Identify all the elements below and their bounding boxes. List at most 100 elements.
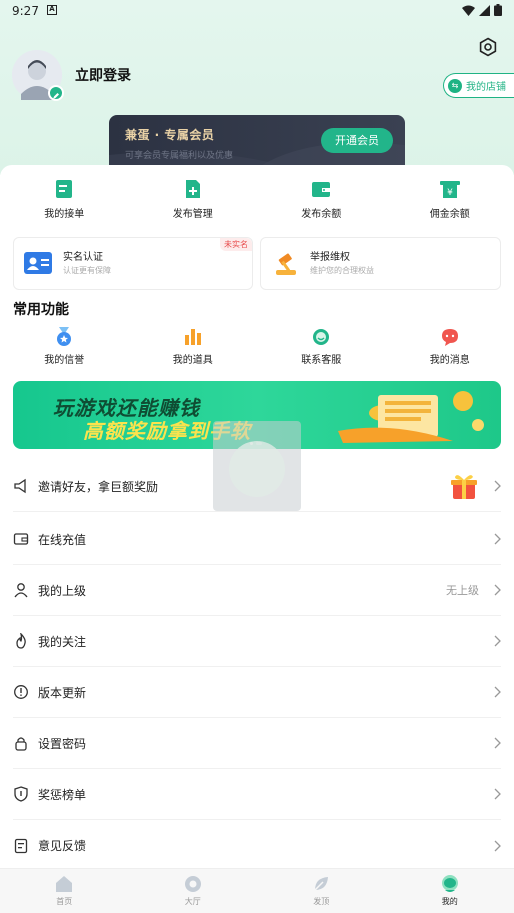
gavel-icon: [276, 253, 296, 275]
menu-label: 我的上级: [38, 583, 87, 598]
common-props[interactable]: 我的道具: [129, 327, 258, 366]
report-subtitle: 维护您的合理权益: [310, 266, 374, 275]
id-card-icon: [24, 252, 52, 274]
common-functions-title: 常用功能: [13, 302, 69, 318]
settings-icon[interactable]: [478, 37, 498, 57]
banner-illustration: [338, 391, 484, 443]
quick-label: 发布余额: [301, 209, 342, 220]
real-name-verify-card[interactable]: 实名认证 认证更有保障 未实名: [13, 237, 253, 290]
avatar[interactable]: [12, 50, 64, 101]
quick-label: 佣金余额: [429, 209, 470, 220]
common-label: 联系客服: [301, 355, 342, 366]
my-store-button[interactable]: ⇆ 我的店铺: [443, 73, 514, 98]
menu-label: 奖惩榜单: [38, 787, 87, 802]
menu-set-password[interactable]: 设置密码: [13, 718, 501, 769]
wifi-icon: [462, 5, 475, 16]
report-title: 举报维权: [310, 252, 350, 263]
tab-label: 我的: [441, 897, 458, 906]
chevron-right-icon: [494, 480, 501, 492]
tab-label: 发顶: [313, 897, 330, 906]
system-icons: [462, 4, 502, 16]
report-rights-card[interactable]: 举报维权 维护您的合理权益: [260, 237, 501, 290]
menu-feedback[interactable]: 意见反馈: [13, 820, 501, 871]
chevron-right-icon: [494, 584, 501, 596]
medal-icon: [57, 327, 72, 346]
verify-subtitle: 认证更有保障: [63, 266, 111, 275]
common-label: 我的信誉: [44, 355, 85, 366]
menu-ranking-list[interactable]: 奖惩榜单: [13, 769, 501, 820]
tab-label: 首页: [56, 897, 73, 906]
chevron-right-icon: [494, 840, 501, 851]
open-vip-button[interactable]: 开通会员: [321, 128, 393, 153]
quick-label: 我的接单: [44, 209, 85, 220]
quick-label: 发布管理: [172, 209, 213, 220]
gift-icon: [451, 475, 477, 499]
chevron-right-icon: [494, 533, 501, 545]
login-link[interactable]: 立即登录: [75, 65, 131, 85]
tab-mine[interactable]: 我的: [386, 869, 514, 913]
menu-label: 在线充值: [38, 532, 87, 547]
common-messages[interactable]: 我的消息: [386, 327, 514, 366]
tab-hall[interactable]: 大厅: [129, 869, 258, 913]
status-time: 9:27: [12, 4, 39, 18]
unverified-badge: 未实名: [220, 238, 252, 251]
menu-label: 设置密码: [38, 736, 87, 751]
quick-commission-balance[interactable]: ¥ 佣金余额: [386, 178, 514, 220]
vip-title: 兼蛋 · 专属会员: [125, 128, 215, 142]
edit-avatar-icon[interactable]: [48, 85, 64, 101]
signal-icon: [479, 4, 490, 16]
quick-publish-balance[interactable]: 发布余额: [257, 178, 386, 220]
menu-my-superior[interactable]: 我的上级 无上级: [13, 565, 501, 616]
profile-icon: [441, 875, 458, 892]
boost-icon: [314, 877, 329, 891]
common-label: 我的道具: [172, 355, 213, 366]
service-icon: [313, 329, 330, 345]
verify-title: 实名认证: [63, 252, 103, 263]
chevron-right-icon: [494, 788, 501, 800]
vip-membership-card[interactable]: 兼蛋 · 专属会员 可享会员专属福利以及优惠 开通会员: [109, 115, 405, 167]
menu-label: 版本更新: [38, 685, 87, 700]
lock-icon: [15, 737, 27, 751]
chevron-right-icon: [494, 686, 501, 698]
menu-invite-friends[interactable]: 邀请好友，拿巨额奖励: [13, 461, 501, 512]
tab-boost[interactable]: 发顶: [257, 869, 386, 913]
status-bar: 9:27 A: [0, 0, 514, 24]
my-store-label: 我的店铺: [466, 82, 506, 93]
quick-publish-manage[interactable]: 发布管理: [129, 178, 258, 220]
props-icon: [184, 329, 201, 345]
vip-subtitle: 可享会员专属福利以及优惠: [125, 151, 234, 161]
shield-icon: [14, 786, 28, 802]
message-icon: [441, 329, 458, 346]
hall-icon: [184, 876, 201, 892]
common-customer-service[interactable]: 联系客服: [257, 327, 386, 366]
menu-label: 意见反馈: [38, 839, 87, 853]
user-icon: [14, 583, 28, 598]
menu-version-update[interactable]: 版本更新: [13, 667, 501, 718]
store-icon: ⇆: [448, 78, 462, 93]
tab-home[interactable]: 首页: [0, 869, 129, 913]
flame-icon: [16, 633, 26, 649]
superior-value: 无上级: [446, 584, 479, 597]
bottom-tab-bar: 首页 大厅 发顶 我的: [0, 868, 514, 913]
common-label: 我的消息: [429, 355, 470, 366]
info-circle-icon: [14, 685, 28, 699]
menu-online-recharge[interactable]: 在线充值: [13, 514, 501, 565]
wallet-icon: [312, 182, 331, 197]
publish-icon: [185, 180, 200, 198]
tab-label: 大厅: [184, 897, 201, 906]
megaphone-icon: [14, 478, 26, 494]
wallet-outline-icon: [13, 533, 29, 545]
order-icon: [56, 180, 73, 198]
home-icon: [56, 876, 73, 892]
chevron-right-icon: [494, 737, 501, 749]
common-functions: 我的信誉 我的道具 联系客服 我的消息: [0, 327, 514, 366]
note-icon: [14, 838, 28, 853]
quick-my-orders[interactable]: 我的接单: [0, 178, 129, 220]
notification-icon: A: [47, 5, 57, 15]
battery-icon: [494, 4, 502, 16]
commission-icon: ¥: [439, 181, 460, 198]
chevron-right-icon: [494, 635, 501, 647]
menu-my-follows[interactable]: 我的关注: [13, 616, 501, 667]
menu-label: 我的关注: [38, 634, 87, 649]
common-reputation[interactable]: 我的信誉: [0, 327, 129, 366]
